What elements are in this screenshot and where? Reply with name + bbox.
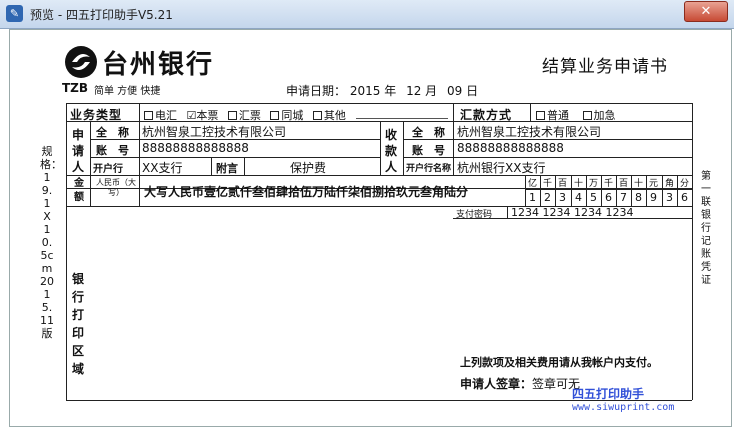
digit-value: 9 xyxy=(650,191,657,204)
amount-digit-grid: 亿1千2百3十4万5千6百7十8元9角3分6 xyxy=(525,175,692,206)
option-cashiers-check[interactable]: ☑本票 xyxy=(187,109,219,122)
payee-account-label: 账 号 xyxy=(412,144,445,157)
watermark-url: www.siwuprint.com xyxy=(572,402,675,413)
checkbox-icon xyxy=(582,111,592,120)
app-icon: ✎ xyxy=(6,5,23,22)
memo-label: 附言 xyxy=(216,162,238,175)
close-button[interactable]: ✕ xyxy=(684,1,728,22)
date-year-unit: 年 xyxy=(384,84,397,98)
digit-value: 4 xyxy=(575,191,582,204)
digit-value: 6 xyxy=(681,191,688,204)
digit-value: 2 xyxy=(544,191,551,204)
bank-slogan: 简单 方便 快捷 xyxy=(94,86,161,97)
payee-name-label: 全 称 xyxy=(412,126,445,139)
option-same-city[interactable]: 同城 xyxy=(270,109,303,122)
payee-account: 88888888888888 xyxy=(457,141,564,155)
checkmark-icon: ☑ xyxy=(186,109,197,122)
signature-label: 申请人签章： xyxy=(460,377,533,391)
option-other[interactable]: 其他 xyxy=(312,109,346,122)
copy-side-label: 第一联 银行记账凭证 xyxy=(701,171,711,286)
date-day-unit: 日 xyxy=(466,84,479,98)
digit-unit: 元 xyxy=(648,179,658,189)
digit-unit: 百 xyxy=(557,179,567,189)
payment-statement: 上列款项及相关费用请从我帐户内支付。 xyxy=(460,356,658,369)
digit-unit: 角 xyxy=(664,179,674,189)
amount-in-words: 大写人民币壹亿贰仟叁佰肆拾伍万陆仟柒佰捌拾玖元叁角陆分 xyxy=(144,185,469,199)
checkbox-icon xyxy=(536,111,545,120)
checkbox-icon xyxy=(144,111,153,120)
service-type-options: 电汇 ☑本票 汇票 同城 其他 xyxy=(144,107,346,123)
title-bar: ✎ 预览 - 四五打印助手V5.21 ✕ xyxy=(0,0,734,29)
option-normal[interactable]: 普通 xyxy=(536,109,569,122)
digit-unit: 十 xyxy=(573,179,583,189)
digit-unit: 百 xyxy=(618,179,628,189)
payment-password-label: 支付密码 xyxy=(456,210,493,220)
remit-method-label: 汇款方式 xyxy=(460,108,513,122)
digit-unit: 分 xyxy=(679,179,689,189)
digit-value: 3 xyxy=(666,191,673,204)
bank-print-area-label: 银行打印区域 xyxy=(71,272,84,376)
spec-side-label: 规格：19.1X10.5cm 2015.11版 xyxy=(40,145,62,340)
digit-value: 1 xyxy=(529,191,536,204)
date-day: 09 xyxy=(447,84,463,98)
digit-value: 6 xyxy=(605,191,612,204)
amount-label: 金额 xyxy=(74,178,84,203)
bank-logo-icon xyxy=(64,45,98,79)
payee-label: 收款人 xyxy=(384,128,397,174)
option-urgent[interactable]: 加急 xyxy=(582,109,616,122)
digit-value: 5 xyxy=(590,191,597,204)
form-title: 结算业务申请书 xyxy=(542,57,668,77)
payee-name: 杭州智泉工控技术有限公司 xyxy=(457,125,602,139)
digit-unit: 亿 xyxy=(527,179,537,189)
watermark-title: 四五打印助手 xyxy=(572,387,645,401)
digit-unit: 万 xyxy=(588,179,598,189)
window-title: 预览 - 四五打印助手V5.21 xyxy=(30,8,173,22)
applicant-account: 88888888888888 xyxy=(142,141,249,155)
applicant-name: 杭州智泉工控技术有限公司 xyxy=(142,125,287,139)
date-month-unit: 月 xyxy=(425,84,438,98)
checkbox-icon xyxy=(270,111,280,120)
payee-bank-label: 开户行名称 xyxy=(406,164,452,174)
date-month: 12 xyxy=(406,84,422,98)
service-type-label: 业务类型 xyxy=(70,108,123,122)
bank-name: 台州银行 xyxy=(102,50,215,80)
applicant-bank-label: 开户行 xyxy=(93,164,123,175)
payment-password: 1234 1234 1234 1234 xyxy=(511,206,634,219)
date-label: 申请日期： xyxy=(286,84,347,98)
option-bank-draft[interactable]: 汇票 xyxy=(227,109,261,122)
option-wire-transfer[interactable]: 电汇 xyxy=(144,109,177,122)
digit-unit: 千 xyxy=(603,179,613,189)
checkbox-icon xyxy=(312,111,322,120)
digit-value: 7 xyxy=(620,191,627,204)
applicant-name-label: 全 称 xyxy=(96,126,129,139)
memo-value: 保护费 xyxy=(290,161,327,175)
applicant-account-label: 账 号 xyxy=(96,144,129,157)
digit-unit: 十 xyxy=(633,179,643,189)
currency-label: 人民币（大写） xyxy=(96,178,136,197)
remit-method-options: 普通 加急 xyxy=(536,107,616,123)
digit-value: 8 xyxy=(635,191,642,204)
applicant-bank: XX支行 xyxy=(142,161,183,175)
payee-bank: 杭州银行XX支行 xyxy=(457,161,546,175)
application-date: 申请日期： 2015 年 12 月 09 日 xyxy=(286,82,478,99)
digit-unit: 千 xyxy=(542,179,552,189)
checkbox-icon xyxy=(227,111,237,120)
applicant-label: 申请人 xyxy=(71,128,84,174)
bank-abbr: TZB xyxy=(62,81,89,95)
digit-value: 3 xyxy=(559,191,566,204)
date-year: 2015 xyxy=(349,84,381,98)
applicant-signature: 申请人签章：签章可无 xyxy=(460,375,580,392)
preview-paper: 规格：19.1X10.5cm 2015.11版 第一联 银行记账凭证 台州银行 … xyxy=(9,29,732,427)
